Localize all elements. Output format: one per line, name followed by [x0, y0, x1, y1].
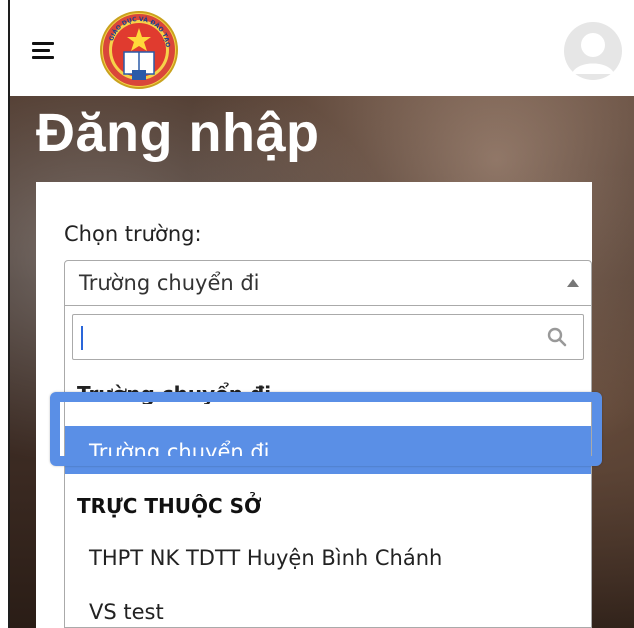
school-select[interactable]: Trường chuyển đi: [64, 260, 592, 306]
dropdown-search-input[interactable]: [72, 314, 584, 360]
user-avatar-icon[interactable]: [564, 22, 622, 80]
search-icon: [547, 327, 567, 347]
top-header: GIÁO DỤC VÀ ĐÀO TẠO: [10, 0, 634, 96]
caret-up-icon[interactable]: [567, 279, 579, 287]
group-label-truc-thuoc-so: TRỰC THUỘC SỞ: [77, 494, 262, 518]
education-logo: GIÁO DỤC VÀ ĐÀO TẠO: [100, 11, 178, 89]
page-title: Đăng nhập: [36, 103, 320, 163]
hero-background: Đăng nhập Chọn trường: Trường chuyển đi …: [10, 96, 634, 628]
school-select-value: Trường chuyển đi: [79, 271, 260, 295]
option-vs-test[interactable]: VS test: [89, 600, 164, 624]
hamburger-menu-icon[interactable]: [32, 42, 54, 62]
selected-option-focus-ring: [50, 392, 602, 466]
option-thpt-nk-tdtt-binh-chanh[interactable]: THPT NK TDTT Huyện Bình Chánh: [89, 546, 442, 570]
text-cursor: [81, 326, 83, 350]
left-edge-rule: [8, 0, 10, 628]
school-dropdown: Trường chuyển đi Trường chuyển đi TRỰC T…: [64, 306, 592, 628]
school-select-label: Chọn trường:: [64, 222, 202, 246]
